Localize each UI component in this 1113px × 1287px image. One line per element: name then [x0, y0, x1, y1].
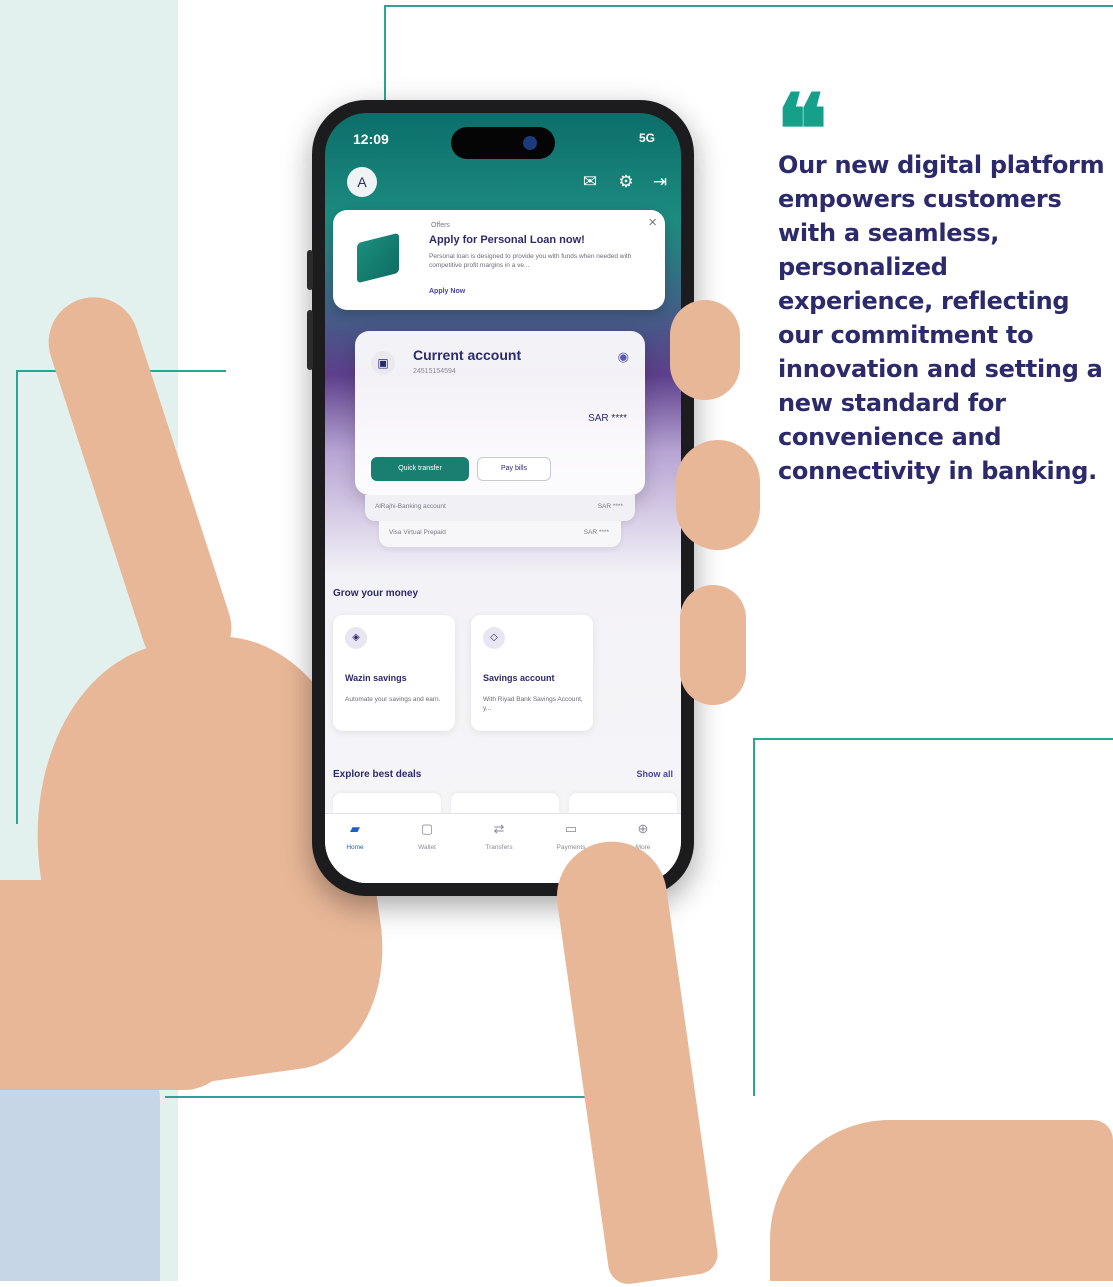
camera-icon — [523, 136, 537, 150]
close-icon[interactable]: × — [648, 214, 657, 231]
savings-icon: ◇ — [483, 627, 505, 649]
card-description: Automate your savings and earn. — [345, 696, 441, 703]
card-title: Wazin savings — [345, 673, 407, 683]
frame-line-right — [753, 738, 755, 1096]
pay-bills-button[interactable]: Pay bills — [477, 457, 551, 481]
account-name: Current account — [413, 347, 522, 363]
side-button — [307, 250, 313, 290]
side-button — [307, 310, 313, 370]
stacked-account-value: SAR **** — [583, 529, 609, 536]
tab-wallet[interactable]: ▢ Wallet — [397, 820, 457, 851]
tab-label: Home — [346, 844, 364, 851]
frame-line-top — [384, 5, 1113, 7]
stacked-account-label: AlRajhi-Banking account — [375, 503, 446, 510]
wazin-savings-card[interactable]: ◈ Wazin savings Automate your savings an… — [333, 615, 455, 731]
card-description: With Riyad Bank Savings Account, y... — [483, 696, 583, 712]
offer-image — [357, 232, 399, 284]
explore-deals-title: Explore best deals — [333, 769, 422, 780]
frame-line-top-left — [384, 5, 386, 102]
offer-title: Apply for Personal Loan now! — [429, 234, 585, 246]
inbox-icon[interactable]: ✉ — [579, 171, 601, 193]
avatar[interactable]: A — [347, 167, 377, 197]
quick-transfer-button[interactable]: Quick transfer — [371, 457, 469, 481]
savings-jar-icon: ◈ — [345, 627, 367, 649]
home-icon: ▰ — [350, 821, 360, 836]
tab-home[interactable]: ▰ Home — [325, 820, 385, 851]
finger-right-1 — [670, 300, 740, 400]
tab-transfers[interactable]: ⇄ Transfers — [469, 820, 529, 851]
offer-card[interactable]: Offers Apply for Personal Loan now! Pers… — [333, 210, 665, 310]
frame-line-right-top — [753, 738, 1113, 740]
frame-line-left — [16, 370, 18, 824]
grow-money-title: Grow your money — [333, 588, 419, 599]
savings-account-card[interactable]: ◇ Savings account With Riyad Bank Saving… — [471, 615, 593, 731]
account-number: 24515154594 — [413, 368, 456, 375]
finger-right-3 — [680, 585, 746, 705]
finger-right-2 — [676, 440, 760, 550]
quote-text: Our new digital platform empowers custom… — [778, 151, 1105, 485]
eye-icon[interactable]: ◉ — [618, 349, 629, 365]
wallet-icon: ▢ — [420, 821, 434, 836]
stacked-account-label: Visa Virtual Prepaid — [389, 529, 446, 536]
stacked-account-2[interactable]: Visa Virtual Prepaid SAR **** — [379, 521, 621, 547]
tab-label: Transfers — [485, 844, 513, 851]
dynamic-island — [451, 127, 555, 159]
pointing-finger — [549, 834, 721, 1287]
card-title: Savings account — [483, 673, 555, 683]
gear-icon[interactable]: ⚙ — [615, 171, 637, 193]
pointing-hand — [770, 1120, 1113, 1281]
show-all-link[interactable]: Show all — [636, 769, 673, 779]
hand-wrist — [0, 880, 230, 1090]
status-signal: 5G — [638, 131, 655, 145]
wallet-icon: ▣ — [371, 351, 395, 375]
phone-device: 12:09 5G A ✉ ⚙ ⇥ Offers Apply for Person… — [307, 100, 699, 896]
tab-label: Wallet — [418, 844, 436, 851]
offer-description: Personal loan is designed to provide you… — [429, 253, 632, 269]
offer-tag: Offers — [431, 222, 450, 229]
current-account-card[interactable]: ▣ Current account 24515154594 ◉ SAR ****… — [355, 331, 645, 495]
stacked-account-1[interactable]: AlRajhi-Banking account SAR **** — [365, 495, 635, 521]
status-time: 12:09 — [353, 131, 389, 147]
transfer-icon: ⇄ — [493, 821, 505, 836]
logout-icon[interactable]: ⇥ — [649, 171, 671, 193]
account-balance: SAR **** — [588, 413, 627, 424]
phone-screen: 12:09 5G A ✉ ⚙ ⇥ Offers Apply for Person… — [325, 113, 681, 883]
payments-icon: ▭ — [564, 821, 578, 836]
apply-now-link[interactable]: Apply Now — [429, 288, 465, 295]
stacked-account-value: SAR **** — [597, 503, 623, 510]
more-icon: ⊕ — [637, 821, 649, 836]
